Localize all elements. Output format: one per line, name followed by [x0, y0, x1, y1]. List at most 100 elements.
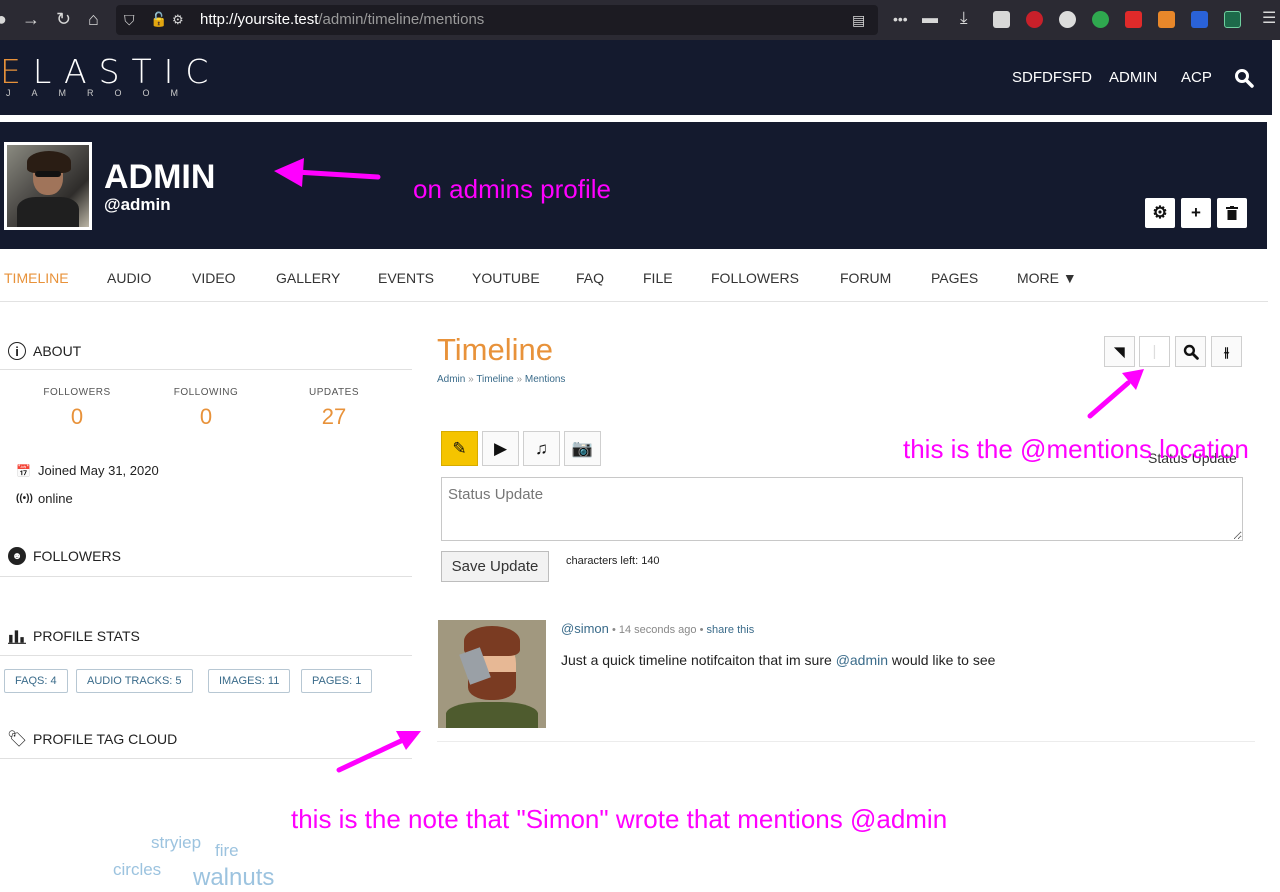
- tab-faq[interactable]: FAQ: [576, 270, 604, 286]
- search-icon[interactable]: [1234, 68, 1254, 88]
- breadcrumb-timeline[interactable]: Timeline: [476, 374, 513, 385]
- joined-date: 📅 Joined May 31, 2020: [16, 463, 159, 478]
- tab-forum[interactable]: FORUM: [840, 270, 891, 286]
- profile-handle: @admin: [104, 195, 171, 214]
- stat-pill-audio[interactable]: AUDIO TRACKS: 5: [76, 669, 193, 693]
- tag-link[interactable]: circles: [113, 860, 161, 880]
- mentions-icon: |: [1152, 343, 1157, 360]
- tag-link[interactable]: fire: [215, 841, 239, 861]
- broadcast-icon: ((•)): [16, 493, 33, 504]
- breadcrumb: Admin » Timeline » Mentions: [437, 374, 566, 385]
- logo-subtitle: JAMROOM: [6, 88, 199, 98]
- site-logo[interactable]: ELASTIC: [0, 52, 220, 91]
- divider: [0, 369, 412, 370]
- add-button[interactable]: +: [1181, 198, 1211, 228]
- logo-letter: E: [0, 52, 33, 91]
- users-icon: ☻: [8, 547, 26, 565]
- nav-acp-link[interactable]: ACP: [1181, 69, 1212, 86]
- online-status: ((•)) online: [16, 491, 73, 506]
- calendar-icon: 📅: [16, 463, 31, 478]
- photo-update-button[interactable]: 📷: [564, 431, 601, 466]
- settings-button[interactable]: ⚙: [1145, 198, 1175, 228]
- download-icon[interactable]: ⤓: [960, 7, 968, 29]
- stat-pill-faqs[interactable]: FAQS: 4: [4, 669, 68, 693]
- updates-stat-label: UPDATES: [309, 387, 359, 398]
- forward-icon[interactable]: →: [22, 8, 40, 30]
- rss-button[interactable]: ◥: [1104, 336, 1135, 367]
- extension-blue-icon[interactable]: [1191, 11, 1208, 28]
- reload-icon[interactable]: ↻: [56, 8, 71, 30]
- video-update-button[interactable]: ▶: [482, 431, 519, 466]
- sidebar-icon[interactable]: ▬: [922, 8, 938, 30]
- save-update-button[interactable]: Save Update: [441, 551, 549, 582]
- play-icon: ▶: [493, 438, 508, 458]
- extension-s-icon[interactable]: [1224, 11, 1241, 28]
- profile-tabs: TIMELINE AUDIO VIDEO GALLERY EVENTS YOUT…: [0, 256, 1268, 302]
- tag-link[interactable]: walnuts: [193, 864, 274, 892]
- mentions-button[interactable]: |: [1139, 336, 1170, 367]
- shield-icon[interactable]: ⛉: [124, 9, 135, 31]
- tab-timeline[interactable]: TIMELINE: [4, 270, 69, 286]
- tab-more[interactable]: MORE ▼: [1017, 270, 1077, 286]
- status-update-input[interactable]: [441, 477, 1243, 541]
- text-update-button[interactable]: ✎: [441, 431, 478, 466]
- evernote-icon[interactable]: [1092, 11, 1109, 28]
- trash-icon: [1226, 206, 1238, 220]
- following-stat-value[interactable]: 0: [156, 404, 256, 430]
- permissions-icon[interactable]: ⚙: [172, 9, 184, 31]
- logo-text: LASTIC: [32, 52, 221, 91]
- divider: [437, 741, 1255, 742]
- hamburger-icon[interactable]: ☰: [1262, 8, 1276, 30]
- insecure-lock-icon[interactable]: 🔓: [150, 8, 167, 30]
- tag-cloud-label: PROFILE TAG CLOUD: [33, 731, 178, 747]
- address-bar[interactable]: ⛉ 🔓 ⚙ http://yoursite.test/admin/timelin…: [116, 5, 878, 35]
- updates-stat-value[interactable]: 27: [284, 404, 384, 430]
- arrow-head: [396, 731, 421, 750]
- metamask-icon[interactable]: [1158, 11, 1175, 28]
- extension-grid-icon[interactable]: [993, 11, 1010, 28]
- youtube-icon[interactable]: [1125, 11, 1142, 28]
- ublock-icon[interactable]: [1026, 11, 1043, 28]
- stat-pill-pages[interactable]: PAGES: 1: [301, 669, 373, 693]
- tag-cloud-heading: 🏷 PROFILE TAG CLOUD: [6, 730, 178, 748]
- delete-button[interactable]: [1217, 198, 1247, 228]
- tab-audio[interactable]: AUDIO: [107, 270, 151, 286]
- arrow-line: [1087, 380, 1131, 419]
- tab-followers[interactable]: FOLLOWERS: [711, 270, 799, 286]
- entry-author-link[interactable]: @simon: [561, 621, 609, 636]
- tab-gallery[interactable]: GALLERY: [276, 270, 340, 286]
- profile-stats-heading: PROFILE STATS: [8, 627, 140, 645]
- profile-stats-label: PROFILE STATS: [33, 628, 140, 644]
- tab-file[interactable]: FILE: [643, 270, 673, 286]
- home-icon[interactable]: ⌂: [88, 8, 99, 30]
- stat-pill-images[interactable]: IMAGES: 11: [208, 669, 291, 693]
- nav-user-link[interactable]: SDFDFSFD: [1012, 69, 1092, 86]
- followers-stat-value[interactable]: 0: [27, 404, 127, 430]
- about-heading: i ABOUT: [8, 342, 81, 360]
- reader-icon[interactable]: ▤: [852, 9, 865, 31]
- tag-icon: 🏷: [6, 731, 28, 748]
- profile-avatar[interactable]: [4, 142, 92, 230]
- breadcrumb-mentions[interactable]: Mentions: [525, 374, 566, 385]
- mention-link[interactable]: @admin: [836, 652, 888, 668]
- nav-admin-link[interactable]: ADMIN: [1109, 69, 1157, 86]
- profile-header: ADMIN @admin ⚙ +: [0, 122, 1267, 249]
- filter-button[interactable]: ⫳: [1211, 336, 1242, 367]
- tab-youtube[interactable]: YOUTUBE: [472, 270, 540, 286]
- sliders-icon: ⫳: [1223, 343, 1230, 359]
- tag-link[interactable]: stryiep: [151, 833, 201, 853]
- divider: [0, 758, 412, 759]
- tab-events[interactable]: EVENTS: [378, 270, 434, 286]
- back-icon[interactable]: ●: [0, 8, 7, 30]
- bar-chart-icon: [8, 630, 26, 644]
- share-link[interactable]: share this: [707, 624, 755, 636]
- breadcrumb-admin[interactable]: Admin: [437, 374, 465, 385]
- extension-ghost-icon[interactable]: [1059, 11, 1076, 28]
- tab-video[interactable]: VIDEO: [192, 270, 236, 286]
- entry-avatar[interactable]: [438, 620, 546, 728]
- audio-update-button[interactable]: ♫: [523, 431, 560, 466]
- search-button[interactable]: [1175, 336, 1206, 367]
- tab-pages[interactable]: PAGES: [931, 270, 978, 286]
- menu-dots-icon[interactable]: •••: [893, 8, 908, 30]
- entry-time: 14 seconds ago: [618, 624, 697, 636]
